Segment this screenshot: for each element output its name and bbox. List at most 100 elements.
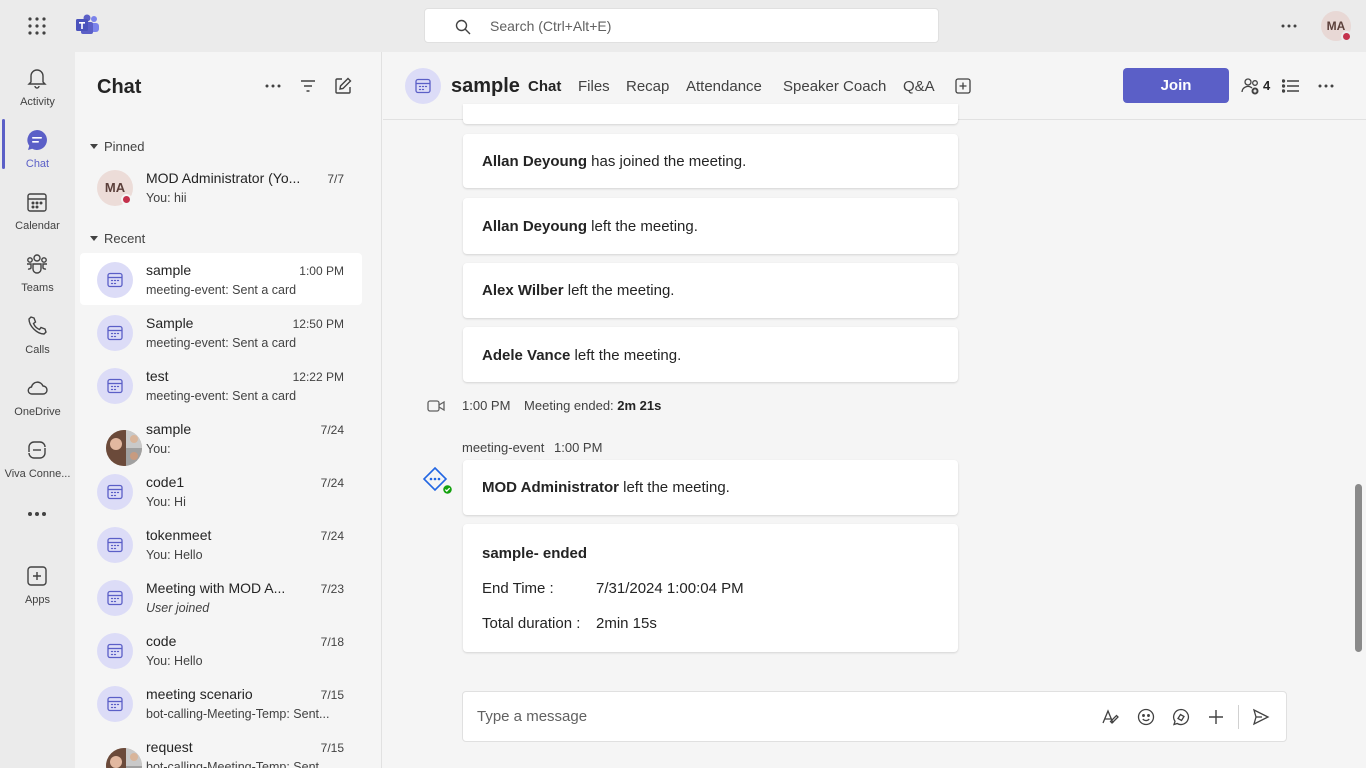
summary-end-value: 7/31/2024 1:00:04 PM [596,580,744,597]
app-rail: Activity Chat Calendar Teams Calls OneDr… [0,52,75,768]
event-text: left the meeting. [570,347,682,364]
tab-chat[interactable]: Chat [528,78,561,95]
rail-label: Teams [21,282,54,294]
format-icon[interactable] [1101,708,1119,726]
tab-speaker-coach[interactable]: Speaker Coach [783,78,886,95]
chat-item[interactable]: tokenmeet 7/24 You: Hello [80,518,362,570]
rail-item-apps[interactable]: Apps [0,554,75,614]
tab-attendance[interactable]: Attendance [686,78,762,95]
chat-item[interactable]: request 7/15 bot-calling-Meeting-Temp: Sen… [80,730,362,768]
add-attachment-icon[interactable] [1207,708,1225,726]
chat-name: code [146,633,177,649]
calendar-icon [107,272,123,288]
avatar [97,315,133,351]
avatar [97,474,133,510]
chat-item[interactable]: code1 7/24 You: Hi [80,465,362,517]
avatar [97,262,133,298]
recent-section-header[interactable]: Recent [90,231,145,246]
chat-name: tokenmeet [146,527,212,543]
rail-label: Calendar [15,220,60,232]
group-photo-icon [106,748,142,768]
tab-files[interactable]: Files [578,78,610,95]
calendar-icon [107,325,123,341]
chat-preview: You: Hi [146,495,186,509]
loop-component-icon[interactable] [1172,708,1190,726]
send-icon[interactable] [1252,708,1270,726]
bot-time: 1:00 PM [554,440,603,455]
join-button[interactable]: Join [1123,68,1229,103]
chat-name: MOD Administrator (Yo... [146,170,301,186]
rail-item-teams[interactable]: Teams [0,242,75,302]
chat-time: 7/24 [320,423,344,437]
chat-preview: meeting-event: Sent a card [146,389,297,403]
bot-event-card: MOD Administrator left the meeting. [463,460,958,515]
event-text: has joined the meeting. [587,153,747,170]
chat-item[interactable]: Meeting with MOD A... 7/23 User joined [80,571,362,623]
event-card: Allan Deyoung left the meeting. [463,198,958,254]
chat-name: sample [146,421,192,437]
summary-duration-label: Total duration : [482,615,581,632]
recent-label: Recent [104,231,146,246]
chat-preview: You: Hello [146,548,203,562]
chat-item-pinned[interactable]: MA MOD Administrator (Yo... 7/7 You: hii [80,161,362,213]
calendar-icon [415,78,431,94]
tab-qa[interactable]: Q&A [903,78,935,95]
video-camera-icon [427,399,445,413]
chat-name: sample [146,262,192,278]
rail-label: Chat [25,158,50,170]
participants-icon[interactable] [1241,77,1261,95]
rail-item-chat[interactable]: Chat [0,118,75,178]
meeting-avatar [405,68,441,104]
avatar [97,368,133,404]
calendar-icon [107,696,123,712]
user-avatar[interactable]: MA [1321,11,1352,42]
avatar-initials: MA [104,180,126,195]
calendar-icon [107,643,123,659]
chat-time: 12:22 PM [292,370,344,384]
rail-item-calls[interactable]: Calls [0,304,75,364]
header-more-icon[interactable] [1318,84,1334,88]
add-tab-icon[interactable] [955,78,971,94]
chat-preview: meeting-event: Sent a card [146,283,297,297]
pinned-section-header[interactable]: Pinned [90,139,144,154]
event-card: Adele Vance left the meeting. [463,327,958,382]
more-options-icon[interactable] [1281,24,1297,28]
summary-duration-value: 2min 15s [596,615,657,632]
rail-item-viva[interactable]: Viva Conne... [0,428,75,488]
avatar: MA [97,170,133,206]
search-input[interactable]: Search (Ctrl+Alt+E) [424,8,939,43]
chat-item[interactable]: sample 7/24 You: [80,412,362,466]
chat-item[interactable]: sample 1:00 PM meeting-event: Sent a card [80,253,362,305]
event-card: Alex Wilber left the meeting. [463,263,958,318]
chat-more-icon[interactable] [265,84,281,88]
calendar-icon [107,537,123,553]
calendar-icon [107,378,123,394]
chat-list-pane: Chat Pinned MA MOD Administrator (Yo... … [75,52,382,768]
tab-recap[interactable]: Recap [626,78,669,95]
chat-item[interactable]: code 7/18 You: Hello [80,624,362,676]
participants-count: 4 [1263,78,1271,93]
list-view-icon[interactable] [1282,79,1299,93]
meeting-ended-label: Meeting ended: [524,398,618,413]
emoji-icon[interactable] [1137,708,1155,726]
filter-icon[interactable] [300,79,316,93]
rail-more-button[interactable] [0,496,75,532]
viva-icon [28,441,46,459]
cloud-icon [27,381,48,395]
new-chat-icon[interactable] [334,77,352,95]
meeting-ended-line: 1:00 PM Meeting ended: 2m 21s [462,398,661,413]
chat-item[interactable]: Sample 12:50 PM meeting-event: Sent a card [80,306,362,358]
bot-avatar-icon [422,466,454,496]
event-card: Allan Deyoung has joined the meeting. [463,134,958,188]
chat-item[interactable]: meeting scenario 7/15 bot-calling-Meeting-… [80,677,362,729]
chat-item[interactable]: test 12:22 PM meeting-event: Sent a card [80,359,362,411]
rail-item-activity[interactable]: Activity [0,56,75,116]
rail-item-calendar[interactable]: Calendar [0,180,75,240]
rail-item-onedrive[interactable]: OneDrive [0,366,75,426]
event-text: left the meeting. [587,218,698,235]
scrollbar-thumb[interactable] [1355,484,1362,652]
chat-time: 1:00 PM [299,264,344,278]
event-person: MOD Administrator [482,479,619,496]
app-launcher-icon[interactable] [27,16,47,36]
message-composer[interactable]: Type a message [462,691,1287,742]
